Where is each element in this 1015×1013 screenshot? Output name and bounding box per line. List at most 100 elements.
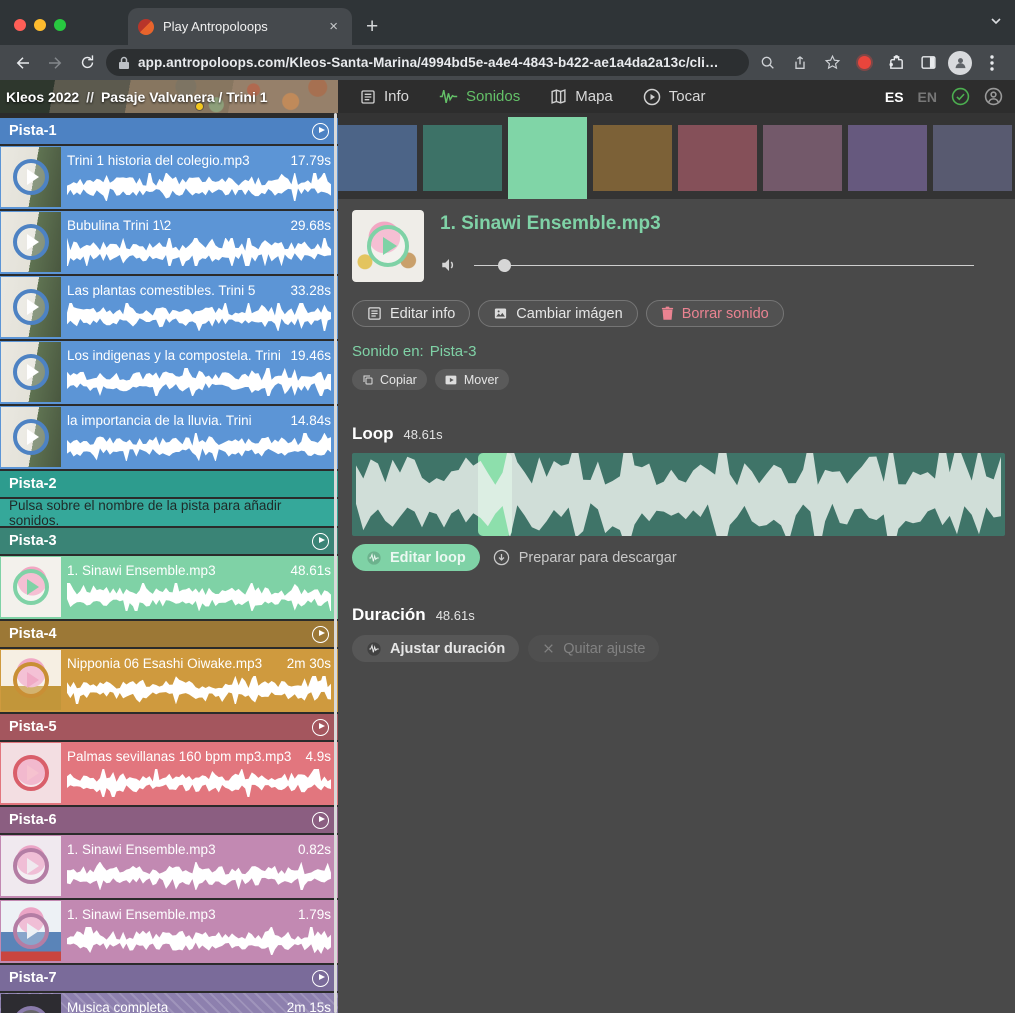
sound-thumbnail[interactable] xyxy=(1,147,61,207)
delete-sound-button[interactable]: Borrar sonido xyxy=(646,300,784,327)
breadcrumb-project[interactable]: Kleos 2022 xyxy=(6,89,79,105)
extensions-puzzle-icon[interactable] xyxy=(883,50,909,76)
fullscreen-window-button[interactable] xyxy=(54,19,66,31)
sound-item[interactable]: Musica completa2m 15s xyxy=(0,993,338,1013)
account-icon[interactable] xyxy=(984,87,1003,106)
sound-thumbnail[interactable] xyxy=(1,994,61,1013)
side-panel-icon[interactable] xyxy=(915,50,941,76)
breadcrumb-path[interactable]: Pasaje Valvanera / Trini 1 xyxy=(101,89,268,105)
sound-thumb-play-icon[interactable] xyxy=(13,662,49,698)
chevron-down-icon[interactable] xyxy=(989,14,1003,28)
sound-thumb-play-icon[interactable] xyxy=(13,419,49,455)
sound-item[interactable]: la importancia de la lluvia. Trini14.84s xyxy=(0,406,338,469)
language-en-button[interactable]: EN xyxy=(918,89,937,105)
language-es-button[interactable]: ES xyxy=(885,89,904,105)
zoom-icon[interactable] xyxy=(755,50,781,76)
edit-info-button[interactable]: Editar info xyxy=(352,300,470,327)
sound-item[interactable]: 1. Sinawi Ensemble.mp30.82s xyxy=(0,835,338,898)
remove-adjust-button[interactable]: Quitar ajuste xyxy=(528,635,659,662)
sound-item[interactable]: Nipponia 06 Esashi Oiwake.mp32m 30s xyxy=(0,649,338,712)
browser-tab[interactable]: Play Antropoloops × xyxy=(128,8,352,45)
share-icon[interactable] xyxy=(787,50,813,76)
sound-thumb-play-icon[interactable] xyxy=(13,913,49,949)
reload-icon[interactable] xyxy=(74,50,100,76)
volume-slider[interactable] xyxy=(474,259,974,272)
sidebar-scrollbar[interactable] xyxy=(334,113,337,1013)
palette-swatch-6[interactable] xyxy=(763,125,842,191)
sound-thumb-play-icon[interactable] xyxy=(13,289,49,325)
sound-thumbnail[interactable] xyxy=(1,650,61,710)
new-tab-button[interactable]: + xyxy=(366,16,378,37)
track-header-pista-3[interactable]: Pista-3 xyxy=(0,528,338,554)
adjust-duration-button[interactable]: Ajustar duración xyxy=(352,635,519,662)
breadcrumb[interactable]: Kleos 2022 // Pasaje Valvanera / Trini 1 xyxy=(0,80,338,113)
sync-check-icon[interactable] xyxy=(951,87,970,106)
sound-item[interactable]: Los indigenas y la compostela. Trini19.4… xyxy=(0,341,338,404)
sound-item[interactable]: Palmas sevillanas 160 bpm mp3.mp34.9s xyxy=(0,742,338,805)
track-header-pista-6[interactable]: Pista-6 xyxy=(0,807,338,833)
close-window-button[interactable] xyxy=(14,19,26,31)
move-button[interactable]: Mover xyxy=(435,369,509,390)
forward-icon[interactable] xyxy=(42,50,68,76)
sound-item[interactable]: 1. Sinawi Ensemble.mp348.61s xyxy=(0,556,338,619)
detail-thumbnail[interactable] xyxy=(352,210,424,282)
sound-in-track-link[interactable]: Pista-3 xyxy=(430,343,477,360)
loop-waveform-box[interactable] xyxy=(352,453,1005,536)
palette-swatch-2[interactable] xyxy=(423,125,502,191)
sound-thumb-play-icon[interactable] xyxy=(13,755,49,791)
back-icon[interactable] xyxy=(10,50,36,76)
sound-thumbnail[interactable] xyxy=(1,342,61,402)
sound-item[interactable]: Trini 1 historia del colegio.mp317.79s xyxy=(0,146,338,209)
palette-swatch-8[interactable] xyxy=(933,125,1012,191)
tab-close-icon[interactable]: × xyxy=(325,18,342,35)
palette-swatch-5[interactable] xyxy=(678,125,757,191)
track-play-icon[interactable] xyxy=(312,533,329,550)
sound-thumb-play-icon[interactable] xyxy=(13,354,49,390)
tab-info[interactable]: Info xyxy=(360,88,409,105)
sound-thumbnail[interactable] xyxy=(1,743,61,803)
sound-item[interactable]: Las plantas comestibles. Trini 533.28s xyxy=(0,276,338,339)
sound-thumbnail[interactable] xyxy=(1,901,61,961)
profile-avatar[interactable] xyxy=(947,50,973,76)
tab-mapa[interactable]: Mapa xyxy=(550,88,613,105)
minimize-window-button[interactable] xyxy=(34,19,46,31)
track-play-icon[interactable] xyxy=(312,812,329,829)
sound-thumbnail[interactable] xyxy=(1,407,61,467)
sound-thumb-play-icon[interactable] xyxy=(13,848,49,884)
palette-swatch-4[interactable] xyxy=(593,125,672,191)
sound-item[interactable]: Bubulina Trini 1\229.68s xyxy=(0,211,338,274)
address-bar[interactable]: app.antropoloops.com/Kleos-Santa-Marina/… xyxy=(106,49,749,76)
track-play-icon[interactable] xyxy=(312,719,329,736)
bookmark-star-icon[interactable] xyxy=(819,50,845,76)
track-header-pista-5[interactable]: Pista-5 xyxy=(0,714,338,740)
palette-swatch-3[interactable] xyxy=(508,117,587,199)
sound-thumbnail[interactable] xyxy=(1,557,61,617)
tab-sonidos[interactable]: Sonidos xyxy=(439,88,520,105)
sound-thumb-play-icon[interactable] xyxy=(13,224,49,260)
tab-tocar[interactable]: Tocar xyxy=(643,88,706,106)
track-play-icon[interactable] xyxy=(312,970,329,987)
sound-thumb-play-icon[interactable] xyxy=(13,1006,49,1013)
track-header-pista-7[interactable]: Pista-7 xyxy=(0,965,338,991)
sound-thumbnail[interactable] xyxy=(1,277,61,337)
track-header-pista-4[interactable]: Pista-4 xyxy=(0,621,338,647)
sound-thumbnail[interactable] xyxy=(1,212,61,272)
sound-item[interactable]: 1. Sinawi Ensemble.mp31.79s xyxy=(0,900,338,963)
palette-swatch-7[interactable] xyxy=(848,125,927,191)
recording-indicator-icon[interactable] xyxy=(851,50,877,76)
prepare-download-button[interactable]: Preparar para descargar xyxy=(493,549,677,566)
track-header-pista-2[interactable]: Pista-2 xyxy=(0,471,338,497)
copy-button[interactable]: Copiar xyxy=(352,369,427,390)
detail-play-icon[interactable] xyxy=(367,225,409,267)
track-header-pista-1[interactable]: Pista-1 xyxy=(0,118,338,144)
palette-swatch-1[interactable] xyxy=(338,125,417,191)
sound-thumb-play-icon[interactable] xyxy=(13,159,49,195)
browser-menu-icon[interactable] xyxy=(979,50,1005,76)
edit-loop-button[interactable]: Editar loop xyxy=(352,544,480,571)
sound-thumbnail[interactable] xyxy=(1,836,61,896)
change-image-button[interactable]: Cambiar imágen xyxy=(478,300,637,327)
sound-thumb-play-icon[interactable] xyxy=(13,569,49,605)
track-play-icon[interactable] xyxy=(312,123,329,140)
track-play-icon[interactable] xyxy=(312,626,329,643)
volume-thumb[interactable] xyxy=(498,259,511,272)
